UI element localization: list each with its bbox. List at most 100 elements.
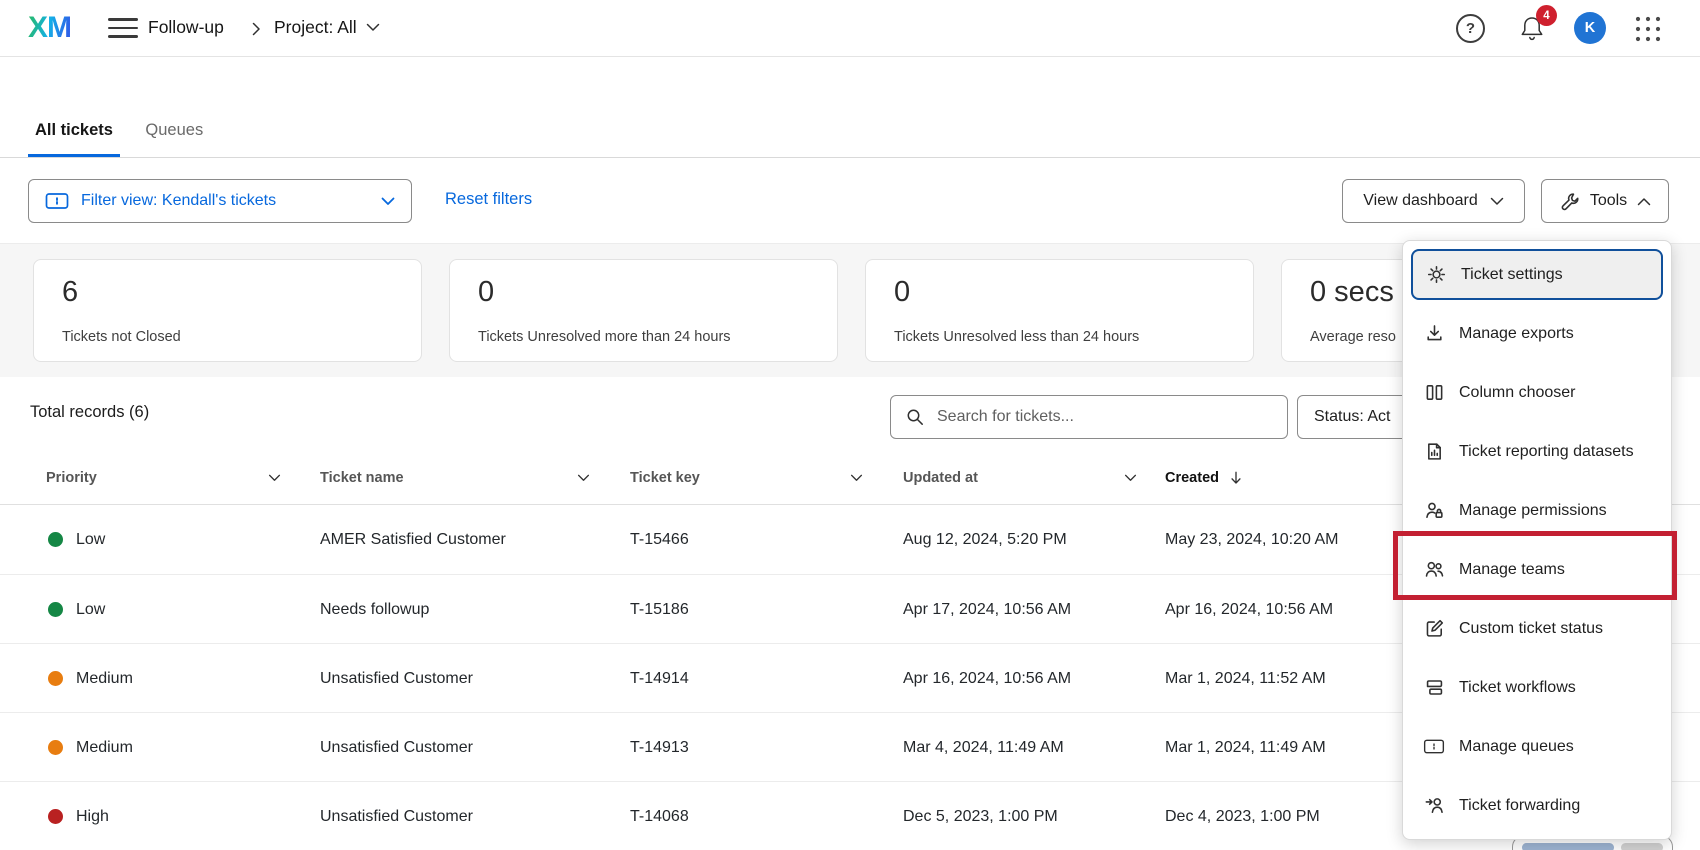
help-button[interactable]: ?	[1456, 14, 1485, 43]
menu-item-label: Ticket workflows	[1459, 679, 1576, 697]
ticket-name-cell: Unsatisfied Customer	[320, 644, 473, 713]
menu-item-label: Ticket settings	[1461, 266, 1563, 284]
stat-label: Tickets Unresolved less than 24 hours	[894, 329, 1139, 345]
updated-at-cell: Aug 12, 2024, 5:20 PM	[903, 505, 1067, 574]
menu-item-ticket-settings[interactable]: Ticket settings	[1411, 249, 1663, 300]
filter-view-dropdown[interactable]: Filter view: Kendall's tickets	[28, 179, 412, 223]
menu-item-manage-permissions[interactable]: Manage permissions	[1409, 481, 1665, 540]
updated-at-cell: Apr 16, 2024, 10:56 AM	[903, 644, 1071, 713]
chevron-up-icon	[1637, 197, 1651, 206]
created-cell: Mar 1, 2024, 11:49 AM	[1165, 713, 1326, 782]
created-cell: Dec 4, 2023, 1:00 PM	[1165, 782, 1320, 850]
priority-cell: Low	[76, 505, 105, 574]
menu-item-label: Column chooser	[1459, 384, 1576, 402]
ticket-key-cell: T-15466	[630, 505, 689, 574]
menu-item-manage-queues[interactable]: Manage queues	[1409, 717, 1665, 776]
menu-item-label: Manage teams	[1459, 561, 1565, 579]
menu-item-ticket-reporting-datasets[interactable]: Ticket reporting datasets	[1409, 422, 1665, 481]
columns-icon	[1423, 382, 1445, 403]
updated-at-cell: Apr 17, 2024, 10:56 AM	[903, 575, 1071, 644]
updated-at-cell: Mar 4, 2024, 11:49 AM	[903, 713, 1064, 782]
menu-item-ticket-forwarding[interactable]: Ticket forwarding	[1409, 776, 1665, 835]
stat-value: 6	[62, 276, 393, 309]
menu-item-manage-exports[interactable]: Manage exports	[1409, 304, 1665, 363]
chevron-down-icon[interactable]	[1124, 474, 1137, 482]
chevron-down-icon	[366, 23, 380, 32]
stat-label: Tickets not Closed	[62, 329, 181, 345]
chevron-down-icon[interactable]	[850, 474, 863, 482]
column-header-priority[interactable]: Priority	[46, 450, 97, 505]
menu-item-label: Manage queues	[1459, 738, 1574, 756]
app-window: XM Follow-up Project: All ? 4 K	[0, 0, 1700, 850]
menu-item-label: Manage exports	[1459, 325, 1574, 343]
chevron-down-icon[interactable]	[268, 474, 281, 482]
ticket-key-cell: T-14068	[630, 782, 689, 850]
ticket-key-cell: T-15186	[630, 575, 689, 644]
priority-dot	[48, 809, 63, 824]
column-header-ticket-name[interactable]: Ticket name	[320, 450, 404, 505]
search-icon	[905, 407, 925, 427]
priority-cell: Medium	[76, 713, 133, 782]
status-filter-label: Status: Act	[1314, 408, 1390, 426]
stat-card-tickets-not-closed[interactable]: 6 Tickets not Closed	[33, 259, 422, 362]
stat-card-unresolved-less-24h[interactable]: 0 Tickets Unresolved less than 24 hours	[865, 259, 1254, 362]
ticket-name-cell: Needs followup	[320, 575, 429, 644]
people-icon	[1423, 559, 1445, 580]
priority-dot	[48, 671, 63, 686]
stat-label: Tickets Unresolved more than 24 hours	[478, 329, 731, 345]
created-cell: Mar 1, 2024, 11:52 AM	[1165, 644, 1326, 713]
menu-item-custom-ticket-status[interactable]: Custom ticket status	[1409, 599, 1665, 658]
menu-item-label: Manage permissions	[1459, 502, 1607, 520]
stat-card-unresolved-more-24h[interactable]: 0 Tickets Unresolved more than 24 hours	[449, 259, 838, 362]
ticket-key-cell: T-14914	[630, 644, 689, 713]
chevron-down-icon	[1490, 197, 1504, 206]
filter-view-label: Filter view: Kendall's tickets	[81, 192, 276, 210]
tabs-section: All tickets Queues	[0, 57, 1700, 158]
stat-value: 0	[478, 276, 809, 309]
menu-item-label: Custom ticket status	[1459, 620, 1603, 638]
app-grid-icon[interactable]	[1633, 14, 1663, 44]
total-records-label: Total records (6)	[30, 403, 149, 422]
edit-square-icon	[1423, 618, 1445, 639]
person-lock-icon	[1423, 500, 1445, 521]
scrollbar-thumb[interactable]	[1522, 843, 1614, 850]
created-cell: Apr 16, 2024, 10:56 AM	[1165, 575, 1333, 644]
column-header-ticket-key[interactable]: Ticket key	[630, 450, 700, 505]
hamburger-menu-icon[interactable]	[108, 18, 138, 39]
sort-descending-icon	[1229, 470, 1243, 486]
tab-all-tickets[interactable]: All tickets	[28, 110, 120, 157]
breadcrumb-project-selector[interactable]: Project: All	[274, 17, 380, 38]
avatar[interactable]: K	[1574, 12, 1606, 44]
search-input[interactable]	[937, 408, 1273, 426]
chevron-down-icon	[381, 197, 395, 206]
priority-cell: Low	[76, 575, 105, 644]
menu-item-ticket-workflows[interactable]: Ticket workflows	[1409, 658, 1665, 717]
ticket-icon	[45, 192, 69, 210]
tab-queues[interactable]: Queues	[138, 110, 210, 157]
tools-button[interactable]: Tools	[1541, 179, 1669, 223]
menu-item-manage-teams[interactable]: Manage teams	[1409, 540, 1665, 599]
help-icon: ?	[1466, 20, 1475, 37]
chevron-down-icon[interactable]	[577, 474, 590, 482]
ticket-name-cell: Unsatisfied Customer	[320, 782, 473, 850]
filter-toolbar: Filter view: Kendall's tickets Reset fil…	[0, 158, 1700, 243]
stacked-cards-icon	[1423, 677, 1445, 698]
view-dashboard-label: View dashboard	[1363, 192, 1477, 210]
reset-filters-link[interactable]: Reset filters	[445, 190, 532, 209]
stat-value: 0	[894, 276, 1225, 309]
priority-dot	[48, 532, 63, 547]
column-header-created[interactable]: Created	[1165, 450, 1243, 505]
breadcrumb-project-name[interactable]: Follow-up	[148, 17, 224, 38]
menu-item-label: Ticket forwarding	[1459, 797, 1580, 815]
menu-item-column-chooser[interactable]: Column chooser	[1409, 363, 1665, 422]
notification-count-badge: 4	[1536, 5, 1557, 26]
stat-label: Average reso	[1310, 329, 1396, 345]
xm-logo[interactable]: XM	[28, 11, 71, 45]
tools-label: Tools	[1590, 192, 1627, 210]
ticket-key-cell: T-14913	[630, 713, 689, 782]
view-dashboard-button[interactable]: View dashboard	[1342, 179, 1525, 223]
column-header-updated-at[interactable]: Updated at	[903, 450, 978, 505]
tools-dropdown-menu: Ticket settings Manage exports Column ch…	[1402, 240, 1672, 840]
chevron-right-icon	[250, 21, 262, 37]
ticket-icon	[1423, 738, 1445, 755]
